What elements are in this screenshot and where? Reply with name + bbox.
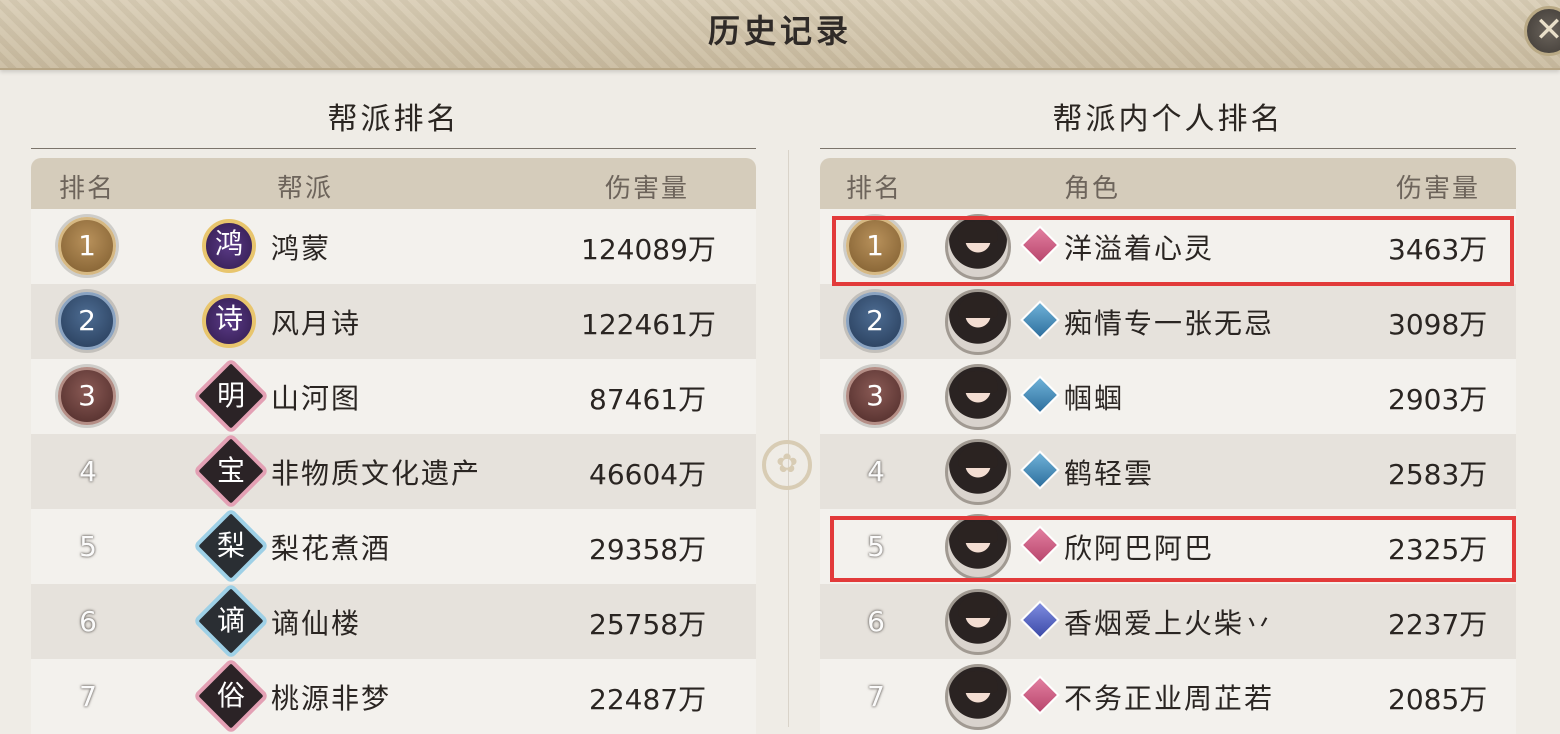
guild-emblem-char: 诗 bbox=[214, 302, 243, 335]
member-ranking-panel: 帮派内个人排名 排名 角色 伤害量 1 洋溢着心灵 3463万 2 痴情专一张无… bbox=[820, 92, 1516, 734]
header-role: 角色 bbox=[1064, 174, 1121, 204]
header-guild: 帮派 bbox=[277, 174, 334, 204]
guild-emblem-char: 俗 bbox=[216, 679, 245, 712]
avatar bbox=[945, 664, 1011, 730]
window-title: 历史记录 bbox=[707, 12, 852, 50]
guild-emblem-char: 明 bbox=[216, 379, 245, 412]
rank-number: 7 bbox=[79, 680, 97, 713]
rank-medal-red: 3 bbox=[846, 367, 904, 425]
guild-emblem-char: 鸿 bbox=[214, 227, 243, 260]
character-name: 欣阿巴阿巴 bbox=[1064, 532, 1215, 565]
guild-emblem-char: 宝 bbox=[216, 454, 245, 487]
rank-number: 4 bbox=[867, 455, 885, 488]
character-name: 不务正业周芷若 bbox=[1064, 682, 1275, 715]
guild-damage: 29358万 bbox=[589, 533, 707, 566]
rank-medal-blue: 2 bbox=[58, 292, 116, 350]
guild-damage: 122461万 bbox=[581, 308, 716, 341]
table-row[interactable]: 7 俗 桃源非梦 22487万 bbox=[31, 657, 756, 734]
blue-class-icon bbox=[1020, 300, 1060, 340]
blue-class-icon bbox=[1020, 450, 1060, 490]
header-damage: 伤害量 bbox=[605, 174, 690, 204]
character-name: 香烟爱上火柴丷 bbox=[1064, 607, 1275, 640]
rank-number: 5 bbox=[867, 530, 885, 563]
guild-damage: 22487万 bbox=[589, 683, 707, 716]
character-name: 洋溢着心灵 bbox=[1064, 232, 1215, 265]
avatar bbox=[945, 514, 1011, 580]
table-row[interactable]: 3 帼蝈 2903万 bbox=[820, 359, 1516, 434]
title-bar: 历史记录 bbox=[0, 0, 1560, 70]
table-row[interactable]: 5 梨 梨花煮酒 29358万 bbox=[31, 507, 756, 585]
guild-ranking-panel: 帮派排名 排名 帮派 伤害量 1 鸿 鸿蒙 124089万 2 诗 风月诗 12… bbox=[31, 92, 756, 734]
blue-class-icon bbox=[1020, 375, 1060, 415]
rank-medal-gold: 1 bbox=[58, 217, 116, 275]
guild-damage: 46604万 bbox=[589, 458, 707, 491]
avatar bbox=[945, 364, 1011, 430]
rank-number: 7 bbox=[867, 680, 885, 713]
table-row[interactable]: 2 诗 风月诗 122461万 bbox=[31, 284, 756, 359]
rank-medal-red: 3 bbox=[58, 367, 116, 425]
rank-medal-blue: 2 bbox=[846, 292, 904, 350]
avatar bbox=[945, 289, 1011, 355]
guild-emblem-char: 谪 bbox=[216, 604, 245, 637]
panel-divider bbox=[788, 150, 789, 727]
table-row[interactable]: 5 欣阿巴阿巴 2325万 bbox=[820, 509, 1516, 584]
member-table-header: 排名 角色 伤害量 bbox=[820, 158, 1516, 209]
pink-class-icon bbox=[1020, 225, 1060, 265]
member-damage: 2237万 bbox=[1388, 608, 1488, 641]
avatar bbox=[945, 214, 1011, 280]
guild-name: 非物质文化遗产 bbox=[271, 457, 482, 490]
member-damage: 2325万 bbox=[1388, 533, 1488, 566]
guild-emblem-char: 梨 bbox=[216, 529, 245, 562]
member-damage: 3463万 bbox=[1388, 233, 1488, 266]
guild-name: 谪仙楼 bbox=[271, 607, 362, 640]
avatar bbox=[945, 589, 1011, 655]
member-damage: 2903万 bbox=[1388, 383, 1488, 416]
guild-damage: 25758万 bbox=[589, 608, 707, 641]
guild-damage: 87461万 bbox=[589, 383, 707, 416]
rank-number: 6 bbox=[867, 605, 885, 638]
guild-damage: 124089万 bbox=[581, 233, 716, 266]
header-damage: 伤害量 bbox=[1396, 174, 1481, 204]
pink-class-icon bbox=[1020, 675, 1060, 715]
rank-number: 4 bbox=[79, 455, 97, 488]
member-ranking-title: 帮派内个人排名 bbox=[820, 92, 1516, 149]
rank-medal-gold: 1 bbox=[846, 217, 904, 275]
rank-number: 5 bbox=[79, 530, 97, 563]
character-name: 鹤轻雲 bbox=[1064, 457, 1155, 490]
header-rank: 排名 bbox=[59, 174, 116, 204]
character-name: 痴情专一张无忌 bbox=[1064, 307, 1275, 340]
member-damage: 2085万 bbox=[1388, 683, 1488, 716]
member-damage: 3098万 bbox=[1388, 308, 1488, 341]
indigo-class-icon bbox=[1020, 600, 1060, 640]
close-icon: ✕ bbox=[1534, 10, 1560, 50]
table-row[interactable]: 6 香烟爱上火柴丷 2237万 bbox=[820, 584, 1516, 659]
member-table-body: 1 洋溢着心灵 3463万 2 痴情专一张无忌 3098万 3 帼蝈 2903万… bbox=[820, 209, 1516, 734]
character-name: 帼蝈 bbox=[1064, 382, 1125, 415]
table-row[interactable]: 7 不务正业周芷若 2085万 bbox=[820, 659, 1516, 734]
pink-class-icon bbox=[1020, 525, 1060, 565]
guild-table-header: 排名 帮派 伤害量 bbox=[31, 158, 756, 209]
table-row[interactable]: 3 明 山河图 87461万 bbox=[31, 357, 756, 435]
table-row[interactable]: 6 谪 谪仙楼 25758万 bbox=[31, 582, 756, 660]
table-row[interactable]: 2 痴情专一张无忌 3098万 bbox=[820, 284, 1516, 359]
guild-name: 山河图 bbox=[271, 382, 362, 415]
guild-table-body: 1 鸿 鸿蒙 124089万 2 诗 风月诗 122461万 3 明 山河图 8… bbox=[31, 209, 756, 734]
rank-number: 6 bbox=[79, 605, 97, 638]
guild-ranking-title: 帮派排名 bbox=[31, 92, 756, 149]
guild-name: 桃源非梦 bbox=[271, 682, 392, 715]
guild-name: 鸿蒙 bbox=[271, 232, 332, 265]
ornament-icon: ✿ bbox=[762, 440, 812, 490]
header-rank: 排名 bbox=[846, 174, 903, 204]
table-row[interactable]: 4 宝 非物质文化遗产 46604万 bbox=[31, 432, 756, 510]
table-row[interactable]: 1 洋溢着心灵 3463万 bbox=[820, 209, 1516, 284]
table-row[interactable]: 1 鸿 鸿蒙 124089万 bbox=[31, 209, 756, 284]
table-row[interactable]: 4 鹤轻雲 2583万 bbox=[820, 434, 1516, 509]
guild-name: 梨花煮酒 bbox=[271, 532, 392, 565]
avatar bbox=[945, 439, 1011, 505]
member-damage: 2583万 bbox=[1388, 458, 1488, 491]
guild-name: 风月诗 bbox=[271, 307, 362, 340]
